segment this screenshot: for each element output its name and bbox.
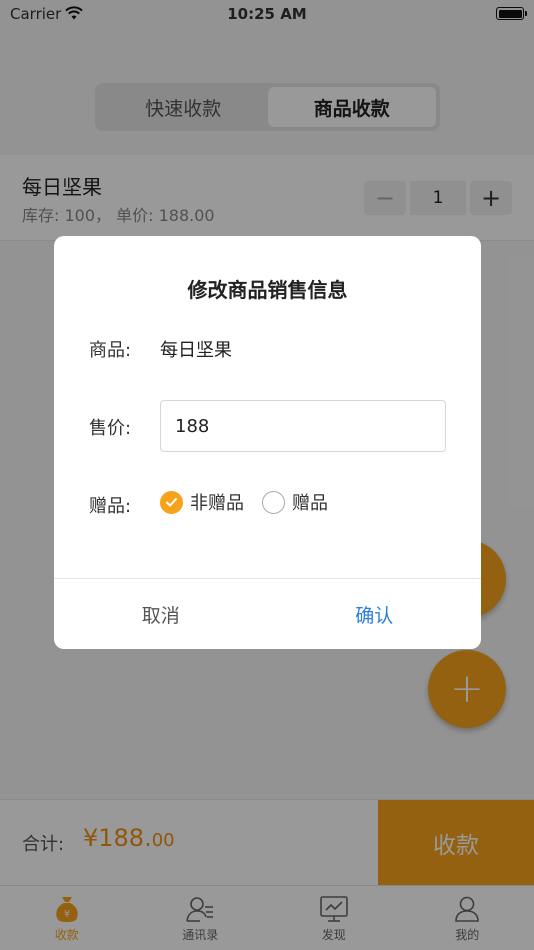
radio-gift[interactable]: 赠品 [262, 489, 328, 515]
cancel-button[interactable]: 取消 [54, 579, 268, 649]
radio-non-gift[interactable]: 非赠品 [160, 489, 244, 515]
gift-label: 赠品: [89, 496, 132, 517]
gift-radio-group: 非赠品 赠品 [160, 489, 346, 515]
price-input[interactable] [160, 400, 446, 452]
radio-label: 非赠品 [190, 493, 244, 514]
edit-sale-info-dialog: 修改商品销售信息 商品: 每日坚果 售价: 赠品: 非赠品 赠品 取消 确认 [54, 236, 481, 649]
price-label: 售价: [89, 418, 132, 439]
unchecked-radio-icon [262, 490, 285, 514]
checked-radio-icon [160, 490, 183, 514]
product-label: 商品: [89, 340, 132, 361]
confirm-button[interactable]: 确认 [268, 579, 482, 649]
dialog-title: 修改商品销售信息 [187, 278, 348, 302]
product-value: 每日坚果 [160, 340, 232, 361]
dialog-footer: 取消 确认 [54, 578, 481, 649]
radio-label: 赠品 [292, 493, 328, 514]
